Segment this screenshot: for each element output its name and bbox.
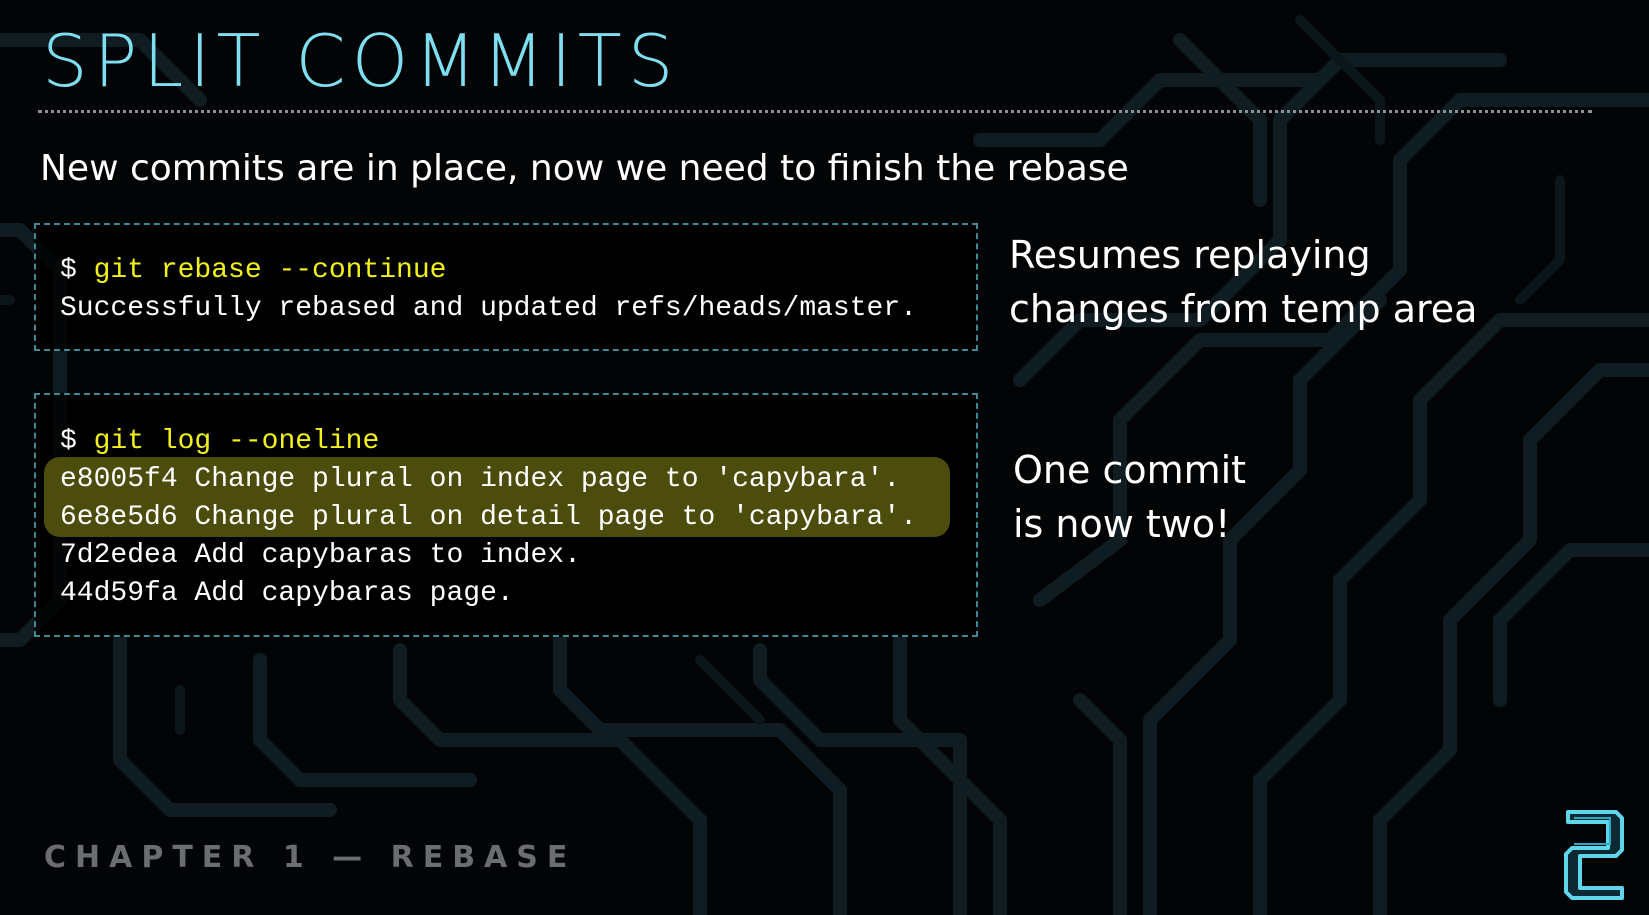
rebase-continue-terminal: $ git rebase --continue Successfully reb… — [34, 223, 978, 351]
log-line: 44d59fa Add capybaras page. — [60, 578, 514, 609]
page-title: SPLIT COMMITS — [42, 19, 680, 103]
note-line: One commit — [1013, 448, 1247, 492]
commit-split-note: One commit is now two! — [1013, 443, 1246, 551]
log-line: 7d2edea Add capybaras to index. — [60, 540, 581, 571]
rebase-continue-command: git rebase --continue — [93, 255, 447, 286]
title-divider — [38, 110, 1592, 113]
git-log-terminal: $ git log --oneline e8005f4 Change plura… — [34, 393, 978, 637]
chapter-2-logo-icon — [1564, 810, 1624, 900]
shell-prompt: $ — [60, 426, 94, 457]
rebase-continue-note: Resumes replaying changes from temp area — [1009, 228, 1477, 336]
chapter-footer: CHAPTER 1 — REBASE — [44, 840, 577, 875]
command-line: $ git rebase --continue — [60, 252, 976, 290]
log-line: 6e8e5d6 Change plural on detail page to … — [60, 502, 917, 533]
note-line: Resumes replaying — [1009, 233, 1371, 277]
command-output: Successfully rebased and updated refs/he… — [60, 293, 917, 324]
log-line: e8005f4 Change plural on index page to '… — [60, 464, 901, 495]
note-line: is now two! — [1013, 502, 1231, 546]
note-line: changes from temp area — [1009, 287, 1478, 331]
command-line: $ git log --oneline — [60, 423, 976, 461]
slide-subtitle: New commits are in place, now we need to… — [40, 148, 1129, 189]
shell-prompt: $ — [60, 255, 94, 286]
git-log-command: git log --oneline — [93, 426, 380, 457]
